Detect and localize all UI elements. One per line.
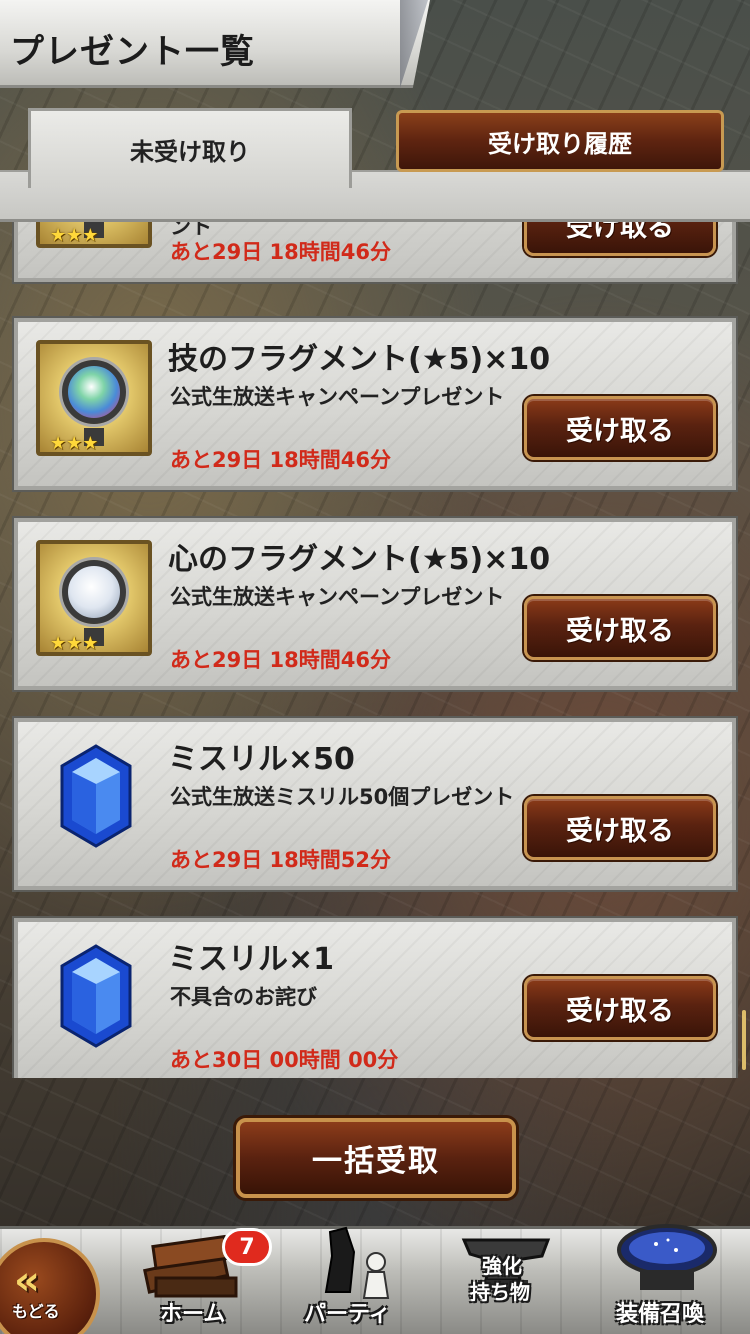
list-item: ミスリル×1 不具合のお詫び あと30日 00時間 00分 受け取る	[14, 918, 736, 1078]
receive-button[interactable]: 受け取る	[524, 596, 716, 660]
notification-count: 7	[239, 1234, 255, 1260]
item-time-remaining: あと29日 18時間46分	[170, 240, 391, 264]
item-description: 公式生放送ミスリル50個プレゼント	[170, 785, 515, 809]
item-time-remaining: あと30日 00時間 00分	[170, 1048, 399, 1072]
receive-button[interactable]: 受け取る	[524, 976, 716, 1040]
skill-fragment-icon: ★★★	[36, 340, 152, 456]
nav-party-label: パーティ	[304, 1302, 391, 1327]
present-list[interactable]: ★★★ ント あと29日 18時間46分 受け取る ★★★ 技のフラグメント(★…	[0, 222, 750, 1078]
list-item: ★★★ ント あと29日 18時間46分 受け取る	[14, 222, 736, 282]
chess-pieces-icon	[324, 1226, 390, 1299]
rarity-stars: ★★★	[50, 433, 99, 454]
fragment-orb-icon: ★★★	[36, 222, 152, 248]
list-item: ★★★ 心のフラグメント(★5)×10 公式生放送キャンペーンプレゼント あと2…	[14, 518, 736, 690]
receive-button[interactable]: 受け取る	[524, 796, 716, 860]
bulk-receive-button[interactable]: 一括受取	[236, 1118, 516, 1198]
nav-party[interactable]: パーティ	[290, 1226, 430, 1334]
rarity-stars: ★★★	[50, 225, 99, 246]
item-time-remaining: あと29日 18時間46分	[170, 648, 391, 672]
rarity-stars: ★★★	[50, 633, 99, 654]
tab-history-label: 受け取り履歴	[488, 129, 632, 158]
item-description: 公式生放送キャンペーンプレゼント	[170, 585, 505, 609]
item-name: 心のフラグメント(★5)×10	[168, 542, 551, 577]
bulk-receive-label: 一括受取	[312, 1144, 440, 1179]
item-name: ミスリル×1	[168, 942, 335, 977]
heart-fragment-icon: ★★★	[36, 540, 152, 656]
back-button-label: もどる	[12, 1302, 60, 1321]
page-title: プレゼント一覧	[10, 32, 255, 72]
receive-button-label: 受け取る	[566, 815, 674, 847]
list-item: ★★★ 技のフラグメント(★5)×10 公式生放送キャンペーンプレゼント あと2…	[14, 318, 736, 490]
summon-altar-icon	[617, 1224, 717, 1290]
nav-enhance-label-1: 強化	[482, 1254, 522, 1278]
receive-button[interactable]: 受け取る	[524, 222, 716, 256]
nav-enhance[interactable]: 強化 持ち物	[450, 1226, 570, 1334]
item-time-remaining: あと29日 18時間52分	[170, 848, 391, 872]
notification-badge: 7	[222, 1228, 272, 1266]
nav-equipment-summon[interactable]: 装備召喚	[598, 1224, 748, 1334]
receive-button-label: 受け取る	[566, 615, 674, 647]
tab-unreceived-label: 未受け取り	[130, 138, 250, 166]
item-description: 公式生放送キャンペーンプレゼント	[170, 385, 505, 409]
nav-equipment-summon-label: 装備召喚	[616, 1302, 705, 1327]
tab-unreceived[interactable]: 未受け取り	[28, 108, 352, 188]
nav-home-label: ホーム	[160, 1302, 226, 1327]
item-name: ミスリル×50	[168, 742, 355, 777]
nav-enhance-label-2: 持ち物	[470, 1280, 530, 1304]
mythril-gem-icon	[60, 944, 132, 1048]
item-description: 不具合のお詫び	[170, 985, 317, 1009]
item-time-remaining: あと29日 18時間46分	[170, 448, 391, 472]
scrollbar[interactable]	[742, 1010, 746, 1070]
item-name: 技のフラグメント(★5)×10	[168, 342, 551, 377]
receive-button[interactable]: 受け取る	[524, 396, 716, 460]
tab-history[interactable]: 受け取り履歴	[396, 110, 724, 172]
list-item: ミスリル×50 公式生放送ミスリル50個プレゼント あと29日 18時間52分 …	[14, 718, 736, 890]
receive-button-label: 受け取る	[566, 415, 674, 447]
receive-button-label: 受け取る	[566, 995, 674, 1027]
mythril-gem-icon	[60, 744, 132, 848]
receive-button-label: 受け取る	[566, 222, 674, 243]
